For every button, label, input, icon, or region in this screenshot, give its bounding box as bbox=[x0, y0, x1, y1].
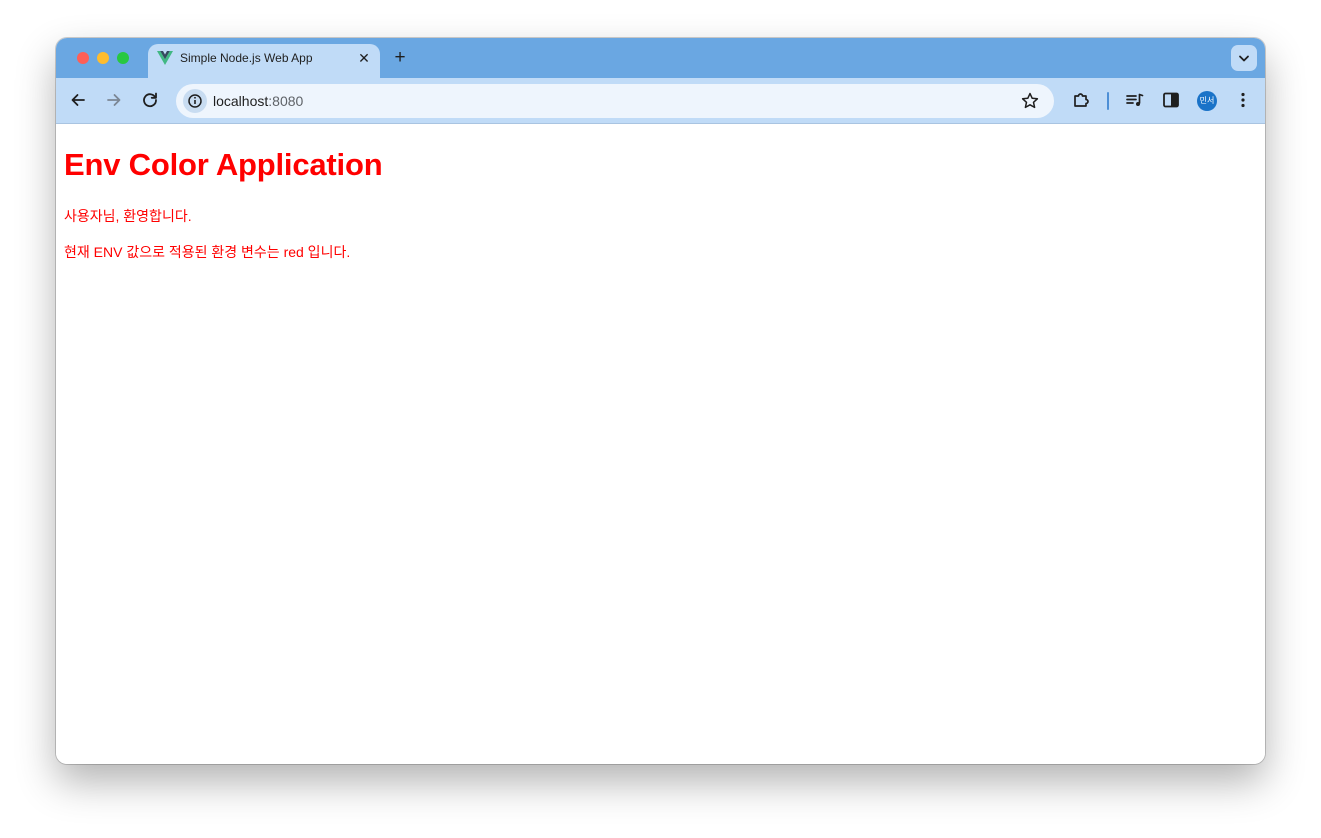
info-icon bbox=[188, 94, 202, 108]
browser-toolbar: localhost:8080 민서 bbox=[56, 78, 1265, 124]
url-text[interactable]: localhost:8080 bbox=[213, 93, 303, 109]
tab-title: Simple Node.js Web App bbox=[180, 51, 313, 65]
new-tab-button[interactable]: + bbox=[389, 47, 411, 69]
env-value-message: 현재 ENV 값으로 적용된 환경 변수는 red 입니다. bbox=[64, 244, 351, 260]
back-arrow-icon[interactable] bbox=[67, 89, 89, 111]
tab-active[interactable]: Simple Node.js Web App ✕ bbox=[148, 44, 380, 78]
window-close-button[interactable] bbox=[77, 52, 89, 64]
welcome-message: 사용자님, 환영합니다. bbox=[64, 208, 192, 224]
forward-arrow-icon[interactable] bbox=[103, 89, 125, 111]
bookmark-star-icon[interactable] bbox=[1020, 91, 1040, 111]
address-bar[interactable]: localhost:8080 bbox=[176, 84, 1054, 118]
chevron-down-icon bbox=[1239, 55, 1249, 62]
media-queue-icon[interactable] bbox=[1124, 89, 1146, 111]
toolbar-divider bbox=[1107, 92, 1109, 110]
reload-icon[interactable] bbox=[139, 89, 161, 111]
window-minimize-button[interactable] bbox=[97, 52, 109, 64]
window-zoom-button[interactable] bbox=[117, 52, 129, 64]
site-info-button[interactable] bbox=[183, 89, 207, 113]
page-title: Env Color Application bbox=[64, 147, 383, 182]
url-host: localhost bbox=[213, 93, 269, 109]
url-port: :8080 bbox=[268, 93, 304, 109]
tab-strip: Simple Node.js Web App ✕ + bbox=[56, 38, 1265, 78]
tab-close-button[interactable]: ✕ bbox=[354, 48, 374, 68]
extensions-puzzle-icon[interactable] bbox=[1070, 89, 1092, 111]
more-menu-icon[interactable] bbox=[1232, 89, 1254, 111]
vue-logo-icon bbox=[157, 51, 173, 65]
browser-window: Simple Node.js Web App ✕ + localhost:808… bbox=[56, 38, 1265, 764]
profile-avatar[interactable]: 민서 bbox=[1197, 91, 1217, 111]
page-content: Env Color Application 사용자님, 환영합니다. 현재 EN… bbox=[56, 125, 1265, 764]
tab-search-button[interactable] bbox=[1231, 45, 1257, 71]
side-panel-icon[interactable] bbox=[1160, 89, 1182, 111]
